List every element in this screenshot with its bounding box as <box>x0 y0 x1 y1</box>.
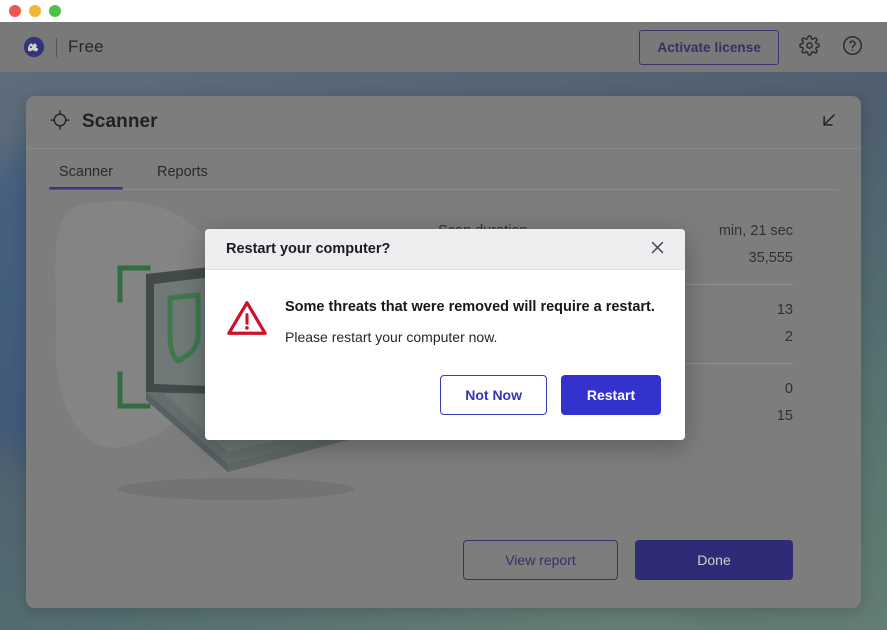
dialog-messages: Some threats that were removed will requ… <box>285 297 655 347</box>
crosshair-target-icon <box>49 109 71 136</box>
activate-license-button[interactable]: Activate license <box>639 29 779 65</box>
arrow-down-left-icon <box>819 111 838 133</box>
dialog-actions: Not Now Restart <box>205 347 685 440</box>
page-title: Scanner <box>82 111 158 132</box>
stat-value: 15 <box>776 408 793 424</box>
maximize-window-button[interactable] <box>49 5 61 17</box>
help-button[interactable] <box>839 34 865 60</box>
dialog-body: Some threats that were removed will requ… <box>205 270 685 347</box>
dialog-message-secondary: Please restart your computer now. <box>285 329 498 345</box>
tab-reports[interactable]: Reports <box>147 164 218 190</box>
done-button[interactable]: Done <box>635 540 793 580</box>
minimize-window-button[interactable] <box>29 5 41 17</box>
scanner-card-header: Scanner <box>26 96 861 149</box>
stat-value: 13 <box>776 302 793 318</box>
gear-icon <box>798 35 820 59</box>
window-titlebar <box>0 0 887 22</box>
dialog-message-primary: Some threats that were removed will requ… <box>285 299 655 315</box>
scanner-card-actions: View report Done <box>463 540 793 580</box>
collapse-card-button[interactable] <box>817 111 839 133</box>
brand-edition-label: Free <box>68 37 104 56</box>
restart-button[interactable]: Restart <box>561 375 661 415</box>
stat-value: min, 21 sec <box>718 223 793 239</box>
settings-button[interactable] <box>796 34 822 60</box>
dialog-title: Restart your computer? <box>226 241 391 257</box>
brand-divider <box>56 37 57 57</box>
restart-dialog: Restart your computer? Some threats that… <box>205 229 685 440</box>
warning-triangle-icon <box>226 298 268 347</box>
header-actions: Activate license <box>639 29 865 65</box>
scanner-title: Scanner <box>49 109 158 136</box>
tab-scanner[interactable]: Scanner <box>49 164 124 190</box>
stat-value: 2 <box>784 329 793 345</box>
stat-value: 35,555 <box>748 250 793 266</box>
help-circle-icon <box>842 35 863 59</box>
close-icon <box>649 239 666 259</box>
dialog-header: Restart your computer? <box>205 229 685 270</box>
app-header: Free Activate license <box>0 22 887 72</box>
app-window: Free Activate license Scanner Scanner Re… <box>0 0 887 630</box>
stat-value: 0 <box>784 381 793 397</box>
brand: Free <box>23 36 104 58</box>
scanner-tabs: Scanner Reports <box>26 149 861 190</box>
view-report-button[interactable]: View report <box>463 540 618 580</box>
close-window-button[interactable] <box>9 5 21 17</box>
dialog-close-button[interactable] <box>645 237 669 261</box>
malwarebytes-logo-icon <box>23 36 45 58</box>
not-now-button[interactable]: Not Now <box>440 375 547 415</box>
